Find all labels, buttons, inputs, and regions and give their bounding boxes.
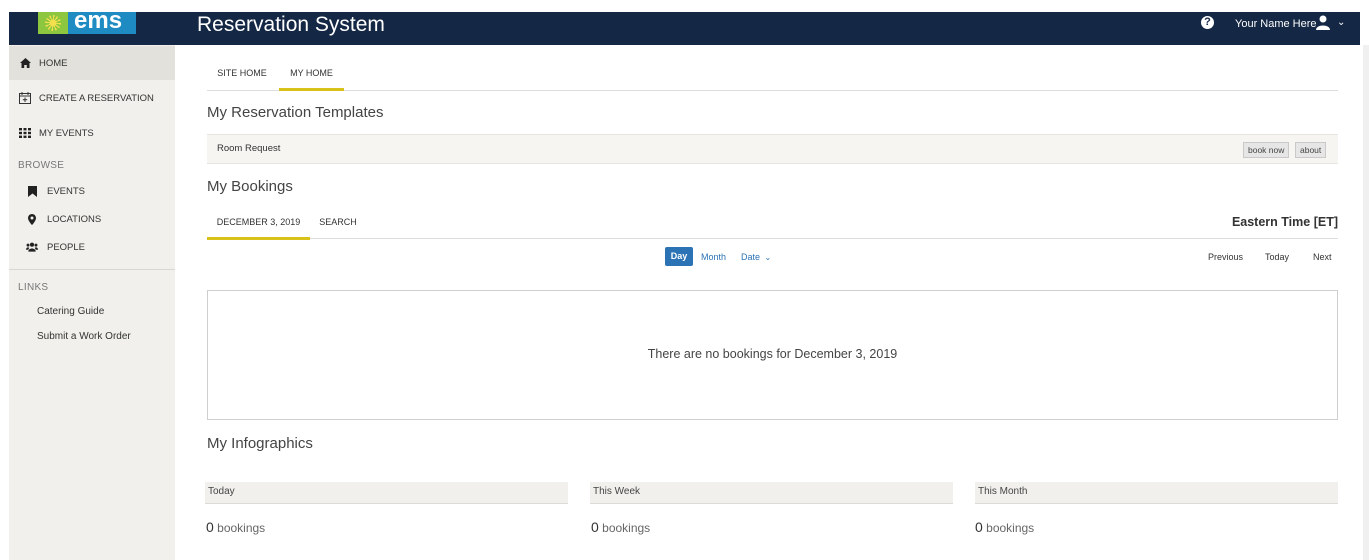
booking-tabs: DECEMBER 3, 2019 SEARCH (207, 209, 1338, 240)
home-tabs: SITE HOME MY HOME (207, 60, 1338, 91)
sidebar-divider (9, 269, 175, 270)
sidebar-item-label: EVENTS (47, 185, 86, 197)
sidebar-item-label: MY EVENTS (39, 127, 94, 139)
bookings-title: My Bookings (207, 178, 293, 195)
infographics-title: My Infographics (207, 435, 313, 452)
sidebar-item-label: CREATE A RESERVATION (39, 92, 154, 104)
today-button[interactable]: Today (1265, 252, 1289, 262)
link-catering-guide[interactable]: Catering Guide (37, 306, 104, 317)
user-icon[interactable] (1315, 15, 1331, 30)
infographic-value-month: 0 bookings (975, 519, 1034, 535)
tab-search[interactable]: SEARCH (317, 209, 359, 237)
sidebar-item-label: PEOPLE (47, 241, 86, 253)
infographic-header-today: Today (205, 482, 568, 504)
sidebar-item-label: LOCATIONS (47, 213, 102, 225)
user-name[interactable]: Your Name Here (1235, 18, 1317, 30)
booking-count: 0 (975, 519, 983, 535)
logo-text: ems (74, 7, 123, 34)
sidebar: HOME CREATE A RESERVATION MY EVENTS BROW… (9, 45, 175, 560)
sidebar-item-events[interactable]: EVENTS (26, 181, 85, 201)
top-strip (0, 0, 1369, 12)
date-view-link[interactable]: Date ⌄ (741, 252, 771, 262)
infographic-value-today: 0 bookings (206, 519, 265, 535)
booking-count: 0 (206, 519, 214, 535)
book-now-button[interactable]: book now (1243, 142, 1290, 158)
timezone-label: Eastern Time [ET] (1231, 215, 1338, 229)
question-circle-icon[interactable]: ? (1201, 16, 1214, 29)
users-icon (26, 242, 38, 252)
tab-site-home[interactable]: SITE HOME (211, 60, 273, 88)
next-button[interactable]: Next (1313, 252, 1332, 262)
bookmark-icon (26, 185, 38, 197)
grid-icon (19, 128, 31, 138)
chevron-down-icon[interactable]: ⌄ (1337, 17, 1345, 28)
tab-date[interactable]: DECEMBER 3, 2019 (207, 209, 310, 240)
month-view-link[interactable]: Month (701, 252, 726, 262)
templates-title: My Reservation Templates (207, 104, 384, 121)
booking-unit: bookings (986, 521, 1035, 535)
date-view-label: Date (741, 252, 761, 262)
logo-burst-icon (38, 12, 68, 34)
empty-message: There are no bookings for December 3, 20… (647, 347, 898, 361)
sidebar-item-people[interactable]: PEOPLE (26, 237, 85, 257)
infographic-header-week: This Week (590, 482, 953, 504)
sidebar-item-home[interactable]: HOME (9, 46, 175, 80)
day-view-button[interactable]: Day (665, 247, 693, 266)
about-button[interactable]: about (1295, 142, 1327, 158)
app-title: Reservation System (197, 13, 385, 36)
links-heading: LINKS (18, 282, 49, 293)
link-submit-work-order[interactable]: Submit a Work Order (37, 331, 131, 342)
template-name: Room Request (217, 143, 281, 154)
map-marker-icon (26, 213, 38, 225)
ems-logo[interactable]: ems (38, 7, 136, 34)
calendar-plus-icon (19, 92, 31, 104)
tab-my-home[interactable]: MY HOME (279, 60, 344, 91)
scrollbar[interactable] (1363, 45, 1369, 560)
browse-heading: BROWSE (18, 160, 65, 171)
template-row: Room Request book now about (207, 134, 1338, 164)
booking-unit: bookings (602, 521, 651, 535)
sidebar-item-label: HOME (39, 57, 68, 69)
home-icon (19, 58, 31, 68)
header-bar: ems Reservation System ? Your Name Here … (9, 7, 1360, 45)
booking-unit: bookings (217, 521, 266, 535)
sidebar-item-locations[interactable]: LOCATIONS (26, 209, 101, 229)
infographic-header-month: This Month (975, 482, 1338, 504)
booking-count: 0 (591, 519, 599, 535)
chevron-down-icon: ⌄ (764, 253, 772, 262)
bookings-panel: There are no bookings for December 3, 20… (207, 290, 1338, 420)
sidebar-item-create-reservation[interactable]: CREATE A RESERVATION (9, 81, 175, 115)
sidebar-item-my-events[interactable]: MY EVENTS (9, 116, 175, 150)
previous-button[interactable]: Previous (1208, 252, 1243, 262)
infographic-value-week: 0 bookings (591, 519, 650, 535)
